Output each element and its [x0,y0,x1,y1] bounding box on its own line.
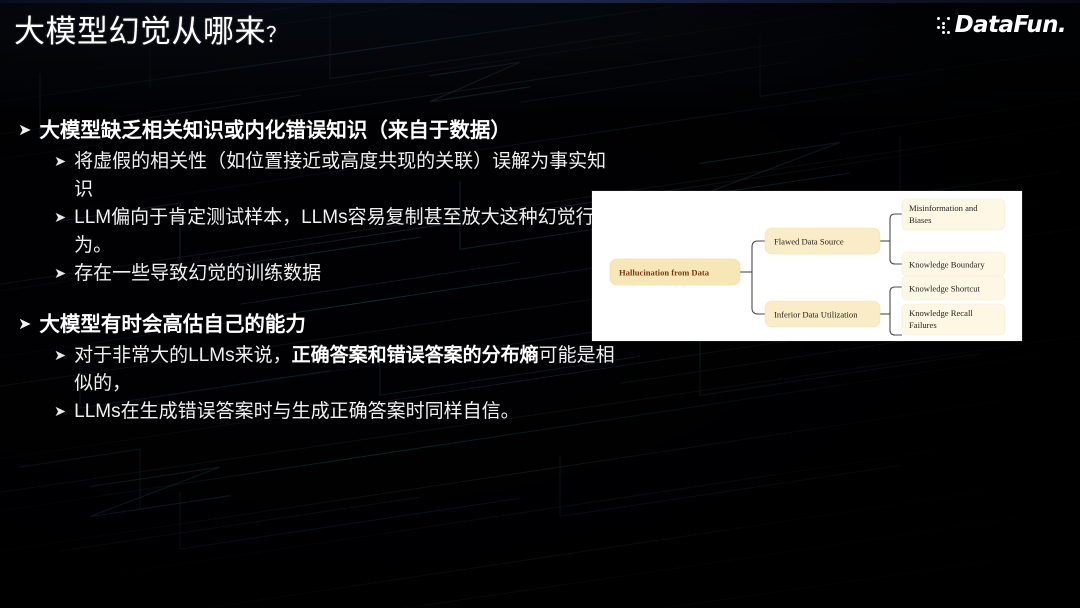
diagram-node-branch-2: Inferior Data Utilization [764,300,881,328]
diagram-node-branch-2-label: Inferior Data Utilization [774,310,858,320]
brand-logo: DataFun. [937,12,1067,38]
sub-bullet-1-3-text: 存在一些导致幻觉的训练数据 [74,263,322,284]
sub-bullet-list-2: ➤ 对于非常大的LLMs来说，正确答案和错误答案的分布熵可能是相似的， ➤ LL… [54,342,618,426]
diagram-leaf-1-1-label-line1: Misinformation and [909,203,978,213]
sub-bullet-2-1-text: 对于非常大的LLMs来说，正确答案和错误答案的分布熵可能是相似的， [74,342,618,398]
diagram-panel: Hallucination from Data Flawed Data Sour… [592,191,1022,341]
diagram-leaf-2-2-label-line1: Knowledge Recall [909,308,973,318]
diagram-leaf-2-2-label-line2: Failures [909,320,937,330]
diagram-node-branch-1: Flawed Data Source [764,227,881,255]
arrow-bullet-icon: ➤ [54,266,67,282]
diagram-leaf-2-1-label-line1: Knowledge Shortcut [909,284,980,294]
diagram-leaf-2-1: Knowledge Shortcut [901,275,1006,301]
diagram-node-root-label: Hallucination from Data [619,268,710,278]
diagram-leaf-1-2: Knowledge Boundary [901,251,1006,277]
bullet-heading-2-text: 大模型有时会高估自己的能力 [39,313,306,336]
sub-bullet-1-1: ➤ 将虚假的相关性（如位置接近或高度共现的关联）误解为事实知识 [54,148,618,204]
page-title: 大模型幻觉从哪来？ [14,10,288,58]
page-title-text: 大模型幻觉从哪来 [14,14,266,49]
logo-dot-pattern-icon [937,17,950,34]
sub-bullet-1-1-text: 将虚假的相关性（如位置接近或高度共现的关联）误解为事实知识 [74,151,607,200]
diagram-leaf-1-1-label-line2: Biases [909,215,932,225]
sub-bullet-2-2: ➤ LLMs在生成错误答案时与生成正确答案时同样自信。 [54,398,618,426]
diagram-node-branch-1-label: Flawed Data Source [774,237,844,247]
bullet-heading-1-text: 大模型缺乏相关知识或内化错误知识（来自于数据） [39,119,511,142]
arrow-bullet-icon: ➤ [54,154,67,170]
arrow-bullet-icon: ➤ [18,316,32,333]
sub-bullet-2-1-prefix: 对于非常大的LLMs来说， [74,345,292,366]
diagram-node-root: Hallucination from Data [609,258,741,286]
bullet-section-1: ➤ 大模型缺乏相关知识或内化错误知识（来自于数据） ➤ 将虚假的相关性（如位置接… [18,116,618,288]
slide-body: ➤ 大模型缺乏相关知识或内化错误知识（来自于数据） ➤ 将虚假的相关性（如位置接… [18,116,618,426]
sub-bullet-2-1-emphasis: 正确答案和错误答案的分布熵 [291,345,539,366]
arrow-bullet-icon: ➤ [18,122,32,139]
arrow-bullet-icon: ➤ [54,404,67,420]
logo-wordmark: DataFun. [954,12,1067,38]
bullet-section-2: ➤ 大模型有时会高估自己的能力 ➤ 对于非常大的LLMs来说，正确答案和错误答案… [18,310,618,426]
sub-bullet-1-2-text: LLM偏向于肯定测试样本，LLMs容易复制甚至放大这种幻觉行为。 [74,207,595,256]
sub-bullet-2-2-text: LLMs在生成错误答案时与生成正确答案时同样自信。 [74,401,520,422]
sub-bullet-2-1: ➤ 对于非常大的LLMs来说，正确答案和错误答案的分布熵可能是相似的， [54,342,618,398]
diagram-leaf-2-2: Knowledge Recall Failures [901,303,1006,336]
page-title-question-mark: ？ [266,24,288,47]
arrow-bullet-icon: ➤ [54,348,67,364]
diagram-leaf-1-2-label-line1: Knowledge Boundary [909,260,985,270]
sub-bullet-list-1: ➤ 将虚假的相关性（如位置接近或高度共现的关联）误解为事实知识 ➤ LLM偏向于… [54,148,618,288]
bullet-heading-1: ➤ 大模型缺乏相关知识或内化错误知识（来自于数据） [18,116,618,146]
bullet-heading-2: ➤ 大模型有时会高估自己的能力 [18,310,618,340]
sub-bullet-1-2: ➤ LLM偏向于肯定测试样本，LLMs容易复制甚至放大这种幻觉行为。 [54,204,618,260]
arrow-bullet-icon: ➤ [54,210,67,226]
slide-root: 大模型幻觉从哪来？ DataFun. ➤ 大模型缺乏相关知识或内化错误知识（来自… [0,0,1080,608]
sub-bullet-1-3: ➤ 存在一些导致幻觉的训练数据 [54,260,618,288]
diagram-leaf-1-1: Misinformation and Biases [901,198,1006,231]
hallucination-tree-diagram: Hallucination from Data Flawed Data Sour… [609,198,1006,336]
